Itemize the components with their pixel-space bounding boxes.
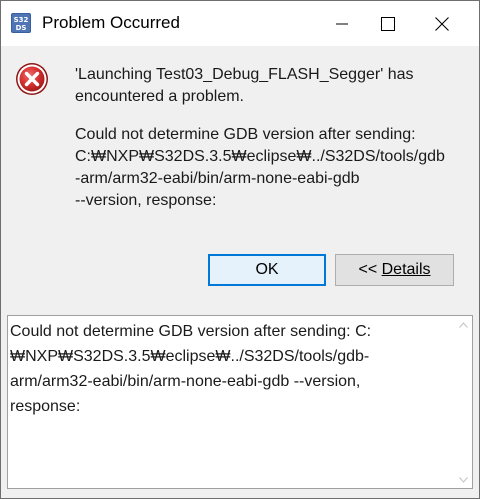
details-toggle-button[interactable]: << Details <box>335 254 454 286</box>
maximize-button[interactable] <box>365 1 411 46</box>
chevron-up-icon <box>459 321 468 328</box>
window-title: Problem Occurred <box>42 13 180 32</box>
s32ds-app-icon: S32 DS <box>11 13 31 33</box>
close-button[interactable] <box>419 1 465 46</box>
svg-text:S32: S32 <box>14 16 29 24</box>
message-line: -arm/arm32-eabi/bin/arm-none-eabi-gdb <box>75 170 360 187</box>
message-line: 'Launching Test03_Debug_FLASH_Segger' ha… <box>75 66 414 83</box>
maximize-icon <box>381 16 395 31</box>
message-line: Could not determine GDB version after se… <box>75 126 416 143</box>
svg-text:DS: DS <box>16 24 27 32</box>
close-icon <box>435 16 449 31</box>
details-toggle-label: Details <box>381 261 431 278</box>
message-line: C:₩NXP₩S32DS.3.5₩eclipse₩../S32DS/tools/… <box>75 148 445 165</box>
details-text-area[interactable]: Could not determine GDB version after se… <box>7 315 473 489</box>
scroll-up-button[interactable] <box>455 316 472 333</box>
details-text: Could not determine GDB version after se… <box>10 319 450 419</box>
details-line: ₩NXP₩S32DS.3.5₩eclipse₩../S32DS/tools/gd… <box>10 348 370 365</box>
error-detail-message: Could not determine GDB version after se… <box>75 124 470 212</box>
details-line: response: <box>10 398 81 415</box>
message-line: --version, response: <box>75 192 217 209</box>
error-dialog: S32 DS Problem Occurred 'Launching Test0… <box>0 0 480 499</box>
minimize-icon <box>336 23 348 24</box>
details-line: Could not determine GDB version after se… <box>10 323 372 340</box>
details-line: arm/arm32-eabi/bin/arm-none-eabi-gdb --v… <box>10 373 361 390</box>
message-line: encountered a problem. <box>75 88 244 105</box>
chevron-down-icon <box>459 476 468 483</box>
minimize-button[interactable] <box>319 1 365 46</box>
dialog-content: 'Launching Test03_Debug_FLASH_Segger' ha… <box>1 46 479 299</box>
ok-button[interactable]: OK <box>208 254 326 286</box>
details-toggle-arrows: << <box>358 261 382 278</box>
vertical-scrollbar[interactable] <box>455 316 472 488</box>
scroll-down-button[interactable] <box>455 471 472 488</box>
error-title-message: 'Launching Test03_Debug_FLASH_Segger' ha… <box>75 64 470 108</box>
error-icon <box>15 62 49 96</box>
title-bar[interactable]: S32 DS Problem Occurred <box>1 1 479 46</box>
